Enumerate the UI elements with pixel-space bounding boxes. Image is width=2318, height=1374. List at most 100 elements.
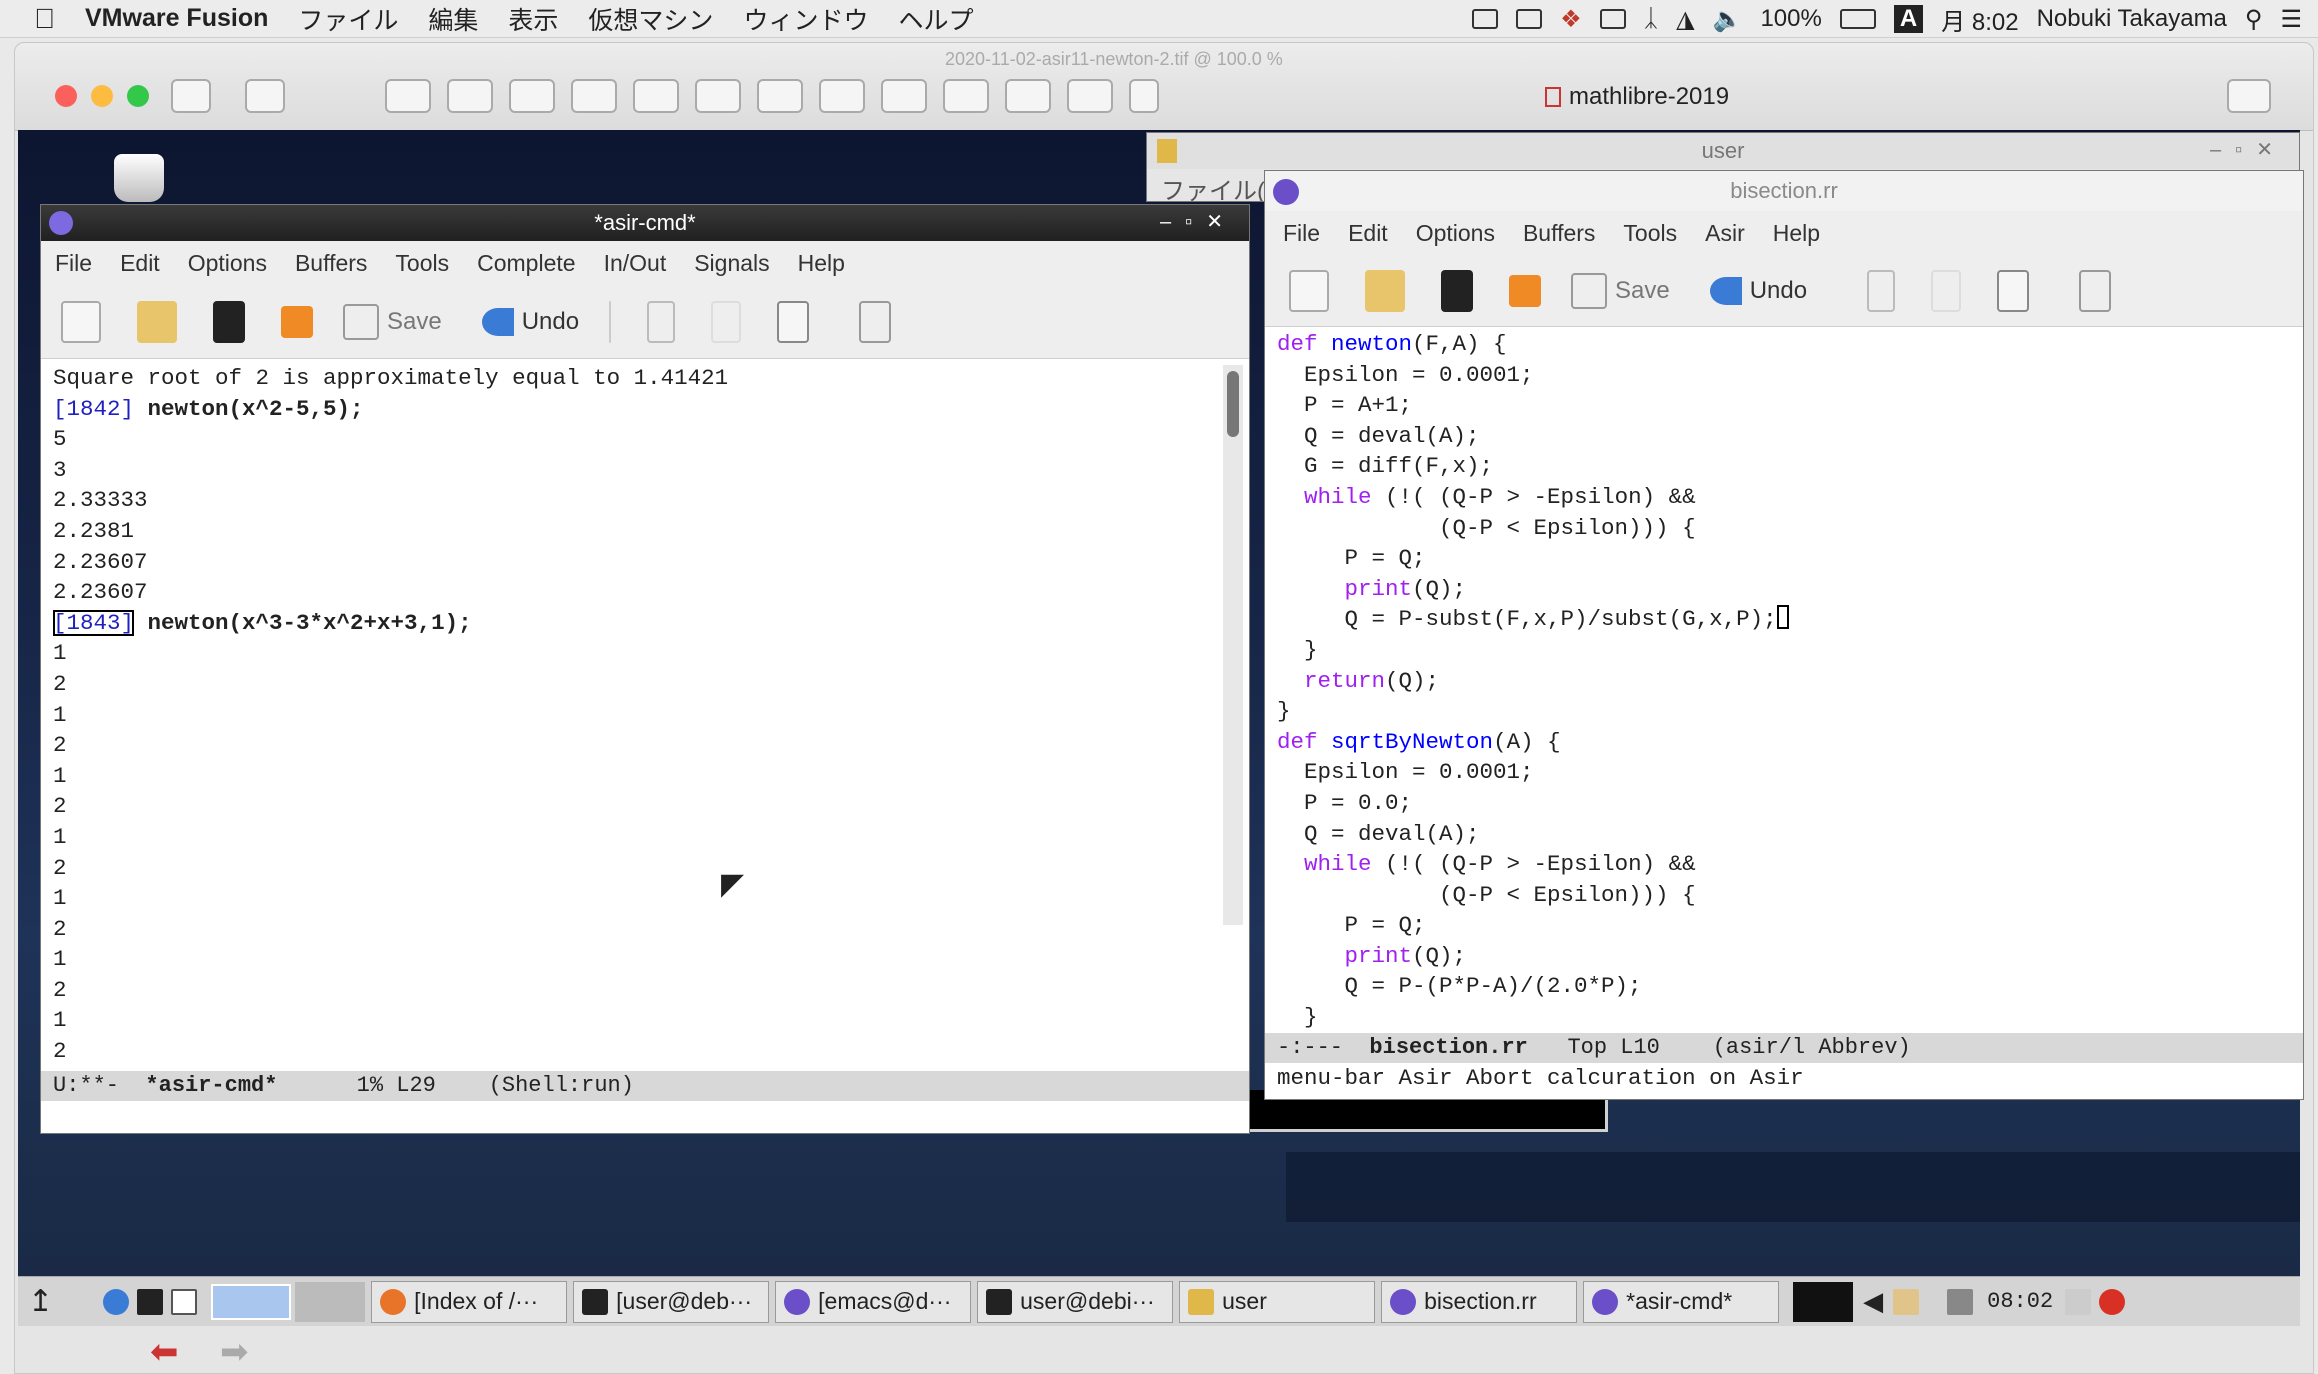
app-menu[interactable]: VMware Fusion — [85, 4, 268, 33]
usb-icon[interactable] — [881, 79, 927, 113]
window-switch-icon[interactable] — [171, 1288, 198, 1315]
notification-list-icon[interactable]: ☰ — [2280, 5, 2302, 34]
workspace-pager-2[interactable] — [295, 1281, 366, 1322]
share-icon[interactable] — [1067, 79, 1113, 113]
menu-inout[interactable]: In/Out — [604, 250, 667, 277]
volume-icon[interactable]: 🔈 — [1713, 5, 1743, 34]
search-icon[interactable] — [2079, 269, 2112, 312]
save-icon[interactable] — [343, 303, 379, 340]
close-buffer-icon[interactable] — [213, 300, 245, 343]
undo-button[interactable]: Undo — [522, 308, 579, 336]
menu-window[interactable]: ウィンドウ — [743, 1, 868, 37]
undo-button[interactable]: Undo — [1750, 277, 1807, 305]
scrollbar-thumb[interactable] — [1227, 371, 1239, 437]
battery-icon[interactable] — [1839, 9, 1876, 29]
save-icon[interactable] — [1571, 272, 1607, 309]
menu-buffers[interactable]: Buffers — [1523, 220, 1595, 247]
taskbar-button[interactable]: user@debi··· — [977, 1280, 1174, 1323]
close-button[interactable] — [55, 85, 77, 107]
browser-icon[interactable] — [103, 1288, 130, 1315]
headset-icon[interactable] — [819, 79, 865, 113]
menu-edit[interactable]: Edit — [1348, 220, 1388, 247]
window-controls[interactable]: ‒▫✕ — [2210, 137, 2287, 162]
menu-help[interactable]: ヘルプ — [898, 1, 973, 37]
apple-icon[interactable]:  — [34, 3, 55, 35]
phone-icon[interactable] — [943, 79, 989, 113]
harddisk-icon[interactable] — [509, 79, 555, 113]
cut-icon[interactable] — [1867, 269, 1896, 312]
printer-icon[interactable] — [571, 79, 617, 113]
power-icon[interactable] — [2099, 1288, 2126, 1315]
taskbar-clock[interactable]: 08:02 — [1987, 1289, 2053, 1314]
fullscreen-button[interactable] — [2227, 79, 2271, 113]
settings-wrench-icon[interactable] — [385, 79, 431, 113]
minimize-button[interactable] — [91, 85, 113, 107]
sound-icon[interactable] — [633, 79, 679, 113]
menu-view[interactable]: 表示 — [508, 1, 558, 37]
start-menu-icon[interactable]: ↥ — [28, 1284, 53, 1319]
back-arrow-icon[interactable]: ◀ — [1863, 1286, 1883, 1317]
wifi-icon[interactable]: ◮ — [1676, 5, 1694, 34]
open-folder-icon[interactable] — [1365, 269, 1405, 312]
undo-icon[interactable] — [1709, 276, 1742, 305]
menu-help[interactable]: Help — [1773, 220, 1820, 247]
new-file-icon[interactable] — [1289, 269, 1329, 312]
screen-share-icon[interactable] — [1472, 9, 1499, 29]
menu-signals[interactable]: Signals — [694, 250, 769, 277]
cut-icon[interactable] — [647, 300, 676, 343]
cancel-icon[interactable] — [281, 305, 313, 338]
taskbar-button[interactable]: bisection.rr — [1381, 1280, 1578, 1323]
bluetooth-icon[interactable]: ᛣ — [1644, 5, 1658, 33]
spotlight-search-icon[interactable]: ⚲ — [2245, 5, 2263, 34]
headphone-icon[interactable] — [695, 79, 741, 113]
workspace-pager[interactable] — [211, 1283, 292, 1320]
open-folder-icon[interactable] — [137, 300, 177, 343]
save-button[interactable]: Save — [1615, 277, 1670, 305]
menu-vm[interactable]: 仮想マシン — [588, 1, 713, 37]
capture-icon[interactable] — [1516, 9, 1543, 29]
save-button[interactable]: Save — [387, 308, 442, 336]
copy-icon[interactable] — [1931, 269, 1962, 312]
terminal-launcher-icon[interactable] — [137, 1288, 164, 1315]
menu-help[interactable]: Help — [798, 250, 845, 277]
menu-file[interactable]: File — [1283, 220, 1320, 247]
user-name[interactable]: Nobuki Takayama — [2037, 5, 2227, 33]
chevron-left-icon[interactable] — [1129, 79, 1159, 113]
paste-icon[interactable] — [777, 300, 810, 343]
snapshot-button[interactable] — [245, 79, 285, 113]
taskbar-button[interactable]: [user@deb··· — [573, 1280, 770, 1323]
input-source[interactable]: A — [1893, 5, 1924, 33]
menu-complete[interactable]: Complete — [477, 250, 575, 277]
cancel-icon[interactable] — [1509, 274, 1541, 307]
network-icon[interactable] — [1947, 1288, 1974, 1315]
undo-icon[interactable] — [481, 307, 514, 336]
desktop-trash-icon[interactable] — [114, 154, 164, 202]
taskbar-button[interactable]: [Index of /··· — [371, 1280, 568, 1323]
usb-hand-icon[interactable] — [757, 79, 803, 113]
taskbar-button[interactable]: [emacs@d··· — [775, 1280, 972, 1323]
menu-tools[interactable]: Tools — [1623, 220, 1677, 247]
window-controls[interactable]: ‒▫✕ — [1160, 209, 1237, 234]
dropbox-icon[interactable]: ❖ — [1560, 5, 1582, 34]
paste-icon[interactable] — [1997, 269, 2030, 312]
keyboard-icon[interactable] — [2065, 1288, 2092, 1315]
taskbar-button[interactable]: *asir-cmd* — [1583, 1280, 1780, 1323]
search-icon[interactable] — [859, 300, 892, 343]
menu-buffers[interactable]: Buffers — [295, 250, 367, 277]
copy-icon[interactable] — [711, 300, 742, 343]
menu-options[interactable]: Options — [188, 250, 267, 277]
menu-edit[interactable]: Edit — [120, 250, 160, 277]
clock[interactable]: 月 8:02 — [1941, 2, 2018, 37]
zoom-button[interactable] — [127, 85, 149, 107]
menu-tools[interactable]: Tools — [395, 250, 449, 277]
disk-icon[interactable] — [1005, 79, 1051, 113]
menu-file[interactable]: File — [55, 250, 92, 277]
suspend-button[interactable] — [171, 79, 211, 113]
shell-buffer[interactable]: Square root of 2 is approximately equal … — [41, 359, 1249, 1079]
close-buffer-icon[interactable] — [1441, 269, 1473, 312]
display-icon[interactable] — [1599, 9, 1626, 29]
menu-asir[interactable]: Asir — [1705, 220, 1745, 247]
scrollbar[interactable] — [1223, 365, 1243, 925]
menu-file[interactable]: ファイル — [298, 1, 398, 37]
taskbar-button[interactable]: user — [1179, 1280, 1376, 1323]
